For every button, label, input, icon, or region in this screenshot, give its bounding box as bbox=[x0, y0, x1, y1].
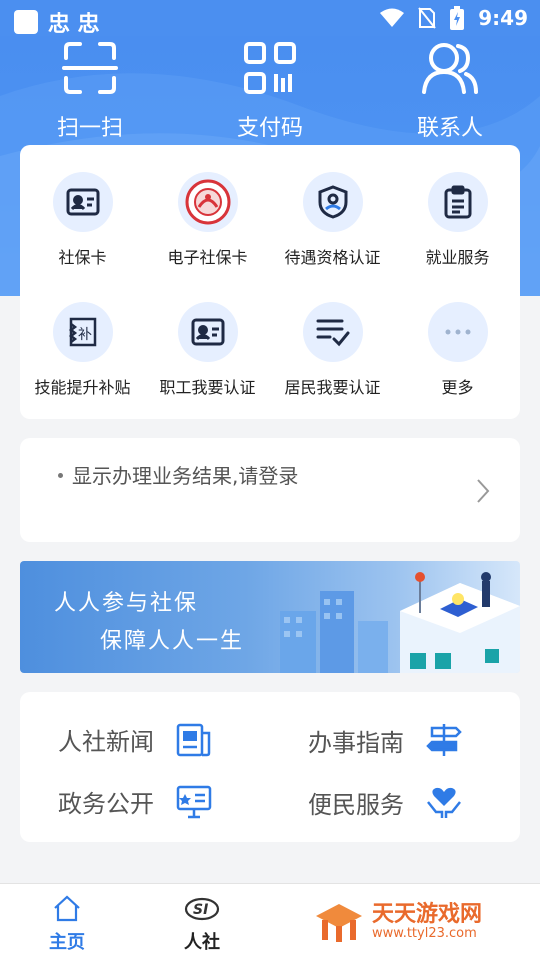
city-illustration bbox=[280, 572, 520, 673]
services-card: 社保卡 电子社保卡 待遇资格认证 就业服务 补 技能提升补贴 职工我要认证 居民… bbox=[20, 145, 520, 419]
e-social-card-icon bbox=[185, 179, 230, 225]
service-skill-subsidy[interactable]: 补 技能提升补贴 bbox=[20, 275, 145, 405]
checklist-icon bbox=[316, 319, 349, 347]
quick-paycode[interactable]: 支付码 bbox=[180, 36, 360, 142]
login-prompt-card[interactable]: 显示办理业务结果,请登录 bbox=[20, 438, 520, 542]
chevron-right-icon bbox=[477, 479, 490, 503]
news-icon bbox=[176, 723, 211, 756]
no-sim-icon bbox=[418, 7, 437, 29]
qr-code-icon bbox=[244, 42, 296, 94]
link-news[interactable]: 人社新闻 bbox=[58, 722, 212, 757]
service-label: 技能提升补贴 bbox=[34, 378, 131, 397]
tab-label: 人社 bbox=[184, 932, 220, 953]
quick-label: 支付码 bbox=[236, 116, 303, 141]
id-card-icon bbox=[191, 318, 224, 346]
service-label: 职工我要认证 bbox=[159, 378, 256, 397]
service-more[interactable]: 更多 bbox=[395, 275, 520, 405]
notification-square-icon bbox=[14, 10, 38, 34]
quick-actions: 扫一扫 支付码 联系人 bbox=[0, 36, 540, 142]
svg-text:SI: SI bbox=[193, 902, 208, 918]
monitor-icon bbox=[176, 785, 212, 818]
link-label: 办事指南 bbox=[308, 728, 404, 757]
service-label: 就业服务 bbox=[425, 248, 490, 267]
service-label: 更多 bbox=[441, 378, 474, 397]
quick-scan[interactable]: 扫一扫 bbox=[0, 36, 180, 142]
service-label: 社保卡 bbox=[58, 248, 107, 267]
contacts-icon bbox=[422, 43, 478, 94]
watermark: 天天游戏网 www.ttyl23.com bbox=[314, 902, 482, 942]
tab-social[interactable]: SI 人社 bbox=[137, 884, 267, 954]
quick-contacts[interactable]: 联系人 bbox=[360, 36, 540, 142]
link-label: 政务公开 bbox=[58, 790, 154, 818]
watermark-title: 天天游戏网 bbox=[372, 901, 483, 927]
watermark-url: www.ttyl23.com bbox=[372, 925, 477, 941]
link-public-affairs[interactable]: 政务公开 bbox=[58, 784, 212, 819]
wifi-icon bbox=[380, 8, 405, 27]
clock: 9:49 bbox=[478, 6, 528, 30]
link-label: 便民服务 bbox=[308, 790, 404, 819]
watermark-logo-icon bbox=[316, 904, 362, 942]
link-label: 人社新闻 bbox=[58, 728, 154, 756]
si-logo-icon: SI bbox=[184, 897, 220, 921]
tab-home[interactable]: 主页 bbox=[2, 884, 132, 954]
link-guide[interactable]: 办事指南 bbox=[308, 722, 462, 758]
battery-icon bbox=[450, 6, 465, 30]
service-worker-auth[interactable]: 职工我要认证 bbox=[145, 275, 270, 405]
service-social-card[interactable]: 社保卡 bbox=[20, 145, 145, 275]
service-qualification[interactable]: 待遇资格认证 bbox=[270, 145, 395, 275]
service-employment[interactable]: 就业服务 bbox=[395, 145, 520, 275]
subsidy-icon: 补 bbox=[68, 317, 96, 347]
signpost-icon bbox=[426, 724, 462, 756]
heart-hands-icon bbox=[427, 787, 461, 818]
home-icon bbox=[54, 895, 80, 922]
svg-text:补: 补 bbox=[78, 327, 92, 343]
scan-icon bbox=[62, 42, 118, 94]
service-e-social-card[interactable]: 电子社保卡 bbox=[145, 145, 270, 275]
banner-line2: 保障人人一生 bbox=[100, 629, 245, 654]
quick-label: 扫一扫 bbox=[56, 116, 123, 141]
link-convenience[interactable]: 便民服务 bbox=[308, 784, 462, 820]
status-app-glyphs: 忠 忠 bbox=[48, 12, 100, 37]
more-icon bbox=[445, 329, 470, 335]
service-label: 居民我要认证 bbox=[284, 378, 381, 397]
shield-user-icon bbox=[318, 185, 347, 219]
status-bar: 忠 忠 9:49 bbox=[0, 0, 540, 37]
info-links-card: 人社新闻 办事指南 政务公开 便民服务 bbox=[20, 692, 520, 842]
service-resident-auth[interactable]: 居民我要认证 bbox=[270, 275, 395, 405]
promo-banner[interactable]: 人人参与社保 保障人人一生 bbox=[20, 561, 520, 673]
banner-line1: 人人参与社保 bbox=[54, 591, 199, 616]
service-label: 待遇资格认证 bbox=[284, 248, 381, 267]
quick-label: 联系人 bbox=[416, 116, 483, 141]
service-label: 电子社保卡 bbox=[167, 248, 248, 267]
tab-label: 主页 bbox=[49, 932, 85, 953]
login-prompt-text: 显示办理业务结果,请登录 bbox=[72, 464, 299, 488]
clipboard-icon bbox=[444, 185, 471, 219]
id-card-icon bbox=[66, 188, 99, 216]
